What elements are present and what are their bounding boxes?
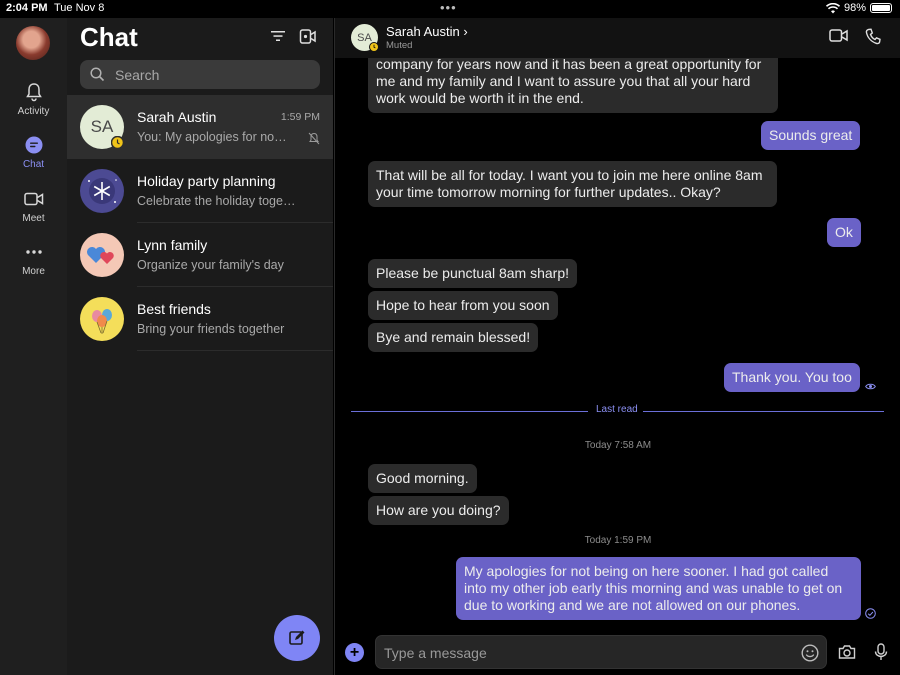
conversation-header: SA Sarah Austin › Muted	[335, 18, 900, 58]
bell-icon	[25, 83, 42, 102]
avatar	[80, 297, 124, 341]
wifi-icon	[825, 2, 840, 13]
compose-icon	[289, 630, 305, 645]
contact-name[interactable]: Sarah Austin ›	[386, 24, 468, 39]
chevron-right-icon: ›	[463, 24, 468, 39]
chat-list-pane: Chat Search SA Sarah Austin 1:59 PM You:…	[67, 18, 333, 675]
seen-eye-icon	[865, 383, 876, 390]
avatar	[80, 233, 124, 277]
conversation-sarah-austin[interactable]: SA Sarah Austin 1:59 PM You: My apologie…	[67, 95, 333, 159]
message-incoming: Please be punctual 8am sharp!	[368, 259, 578, 288]
profile-avatar[interactable]	[16, 26, 50, 60]
status-bar: 2:04 PM Tue Nov 8 ••• 98%	[0, 0, 900, 18]
conversation-time: 1:59 PM	[280, 111, 320, 123]
delivered-check-icon	[865, 608, 876, 619]
away-status-icon	[369, 42, 379, 52]
new-chat-button[interactable]	[274, 615, 320, 661]
search-icon	[90, 67, 105, 82]
message-incoming: company for years now and it has been a …	[368, 50, 778, 113]
conversation-preview: You: My apologies for not being on here …	[137, 130, 287, 144]
message-outgoing: My apologies for not being on here soone…	[456, 557, 861, 620]
muted-bell-icon	[308, 132, 320, 145]
more-icon	[25, 250, 42, 254]
message-incoming: Good morning.	[368, 464, 477, 493]
message-input-placeholder: Type a message	[384, 645, 487, 661]
rail-label-more: More	[22, 266, 45, 277]
attach-button[interactable]: +	[345, 643, 364, 662]
multitasking-dots-icon[interactable]: •••	[440, 0, 457, 15]
away-status-icon	[111, 136, 124, 149]
meet-now-icon[interactable]	[299, 28, 317, 45]
hearts-icon	[87, 247, 114, 264]
conversation-lynn-family[interactable]: Lynn family Organize your family's day	[67, 223, 333, 287]
phone-call-icon[interactable]	[865, 28, 881, 45]
last-read-label: Last read	[596, 404, 638, 415]
message-input[interactable]: Type a message	[375, 635, 827, 669]
chat-icon	[25, 136, 42, 154]
video-icon	[23, 192, 43, 206]
snowflake-icon	[88, 178, 117, 204]
search-placeholder: Search	[115, 66, 160, 83]
message-outgoing: Ok	[827, 218, 861, 247]
timestamp-separator: Today 1:59 PM	[584, 535, 652, 546]
conversation-name: Sarah Austin	[137, 109, 217, 125]
message-outgoing: Sounds great	[761, 121, 861, 150]
rail-item-meet[interactable]: Meet	[0, 188, 67, 224]
message-incoming: Hope to hear from you soon	[368, 291, 558, 320]
conversation-name: Holiday party planning	[137, 173, 276, 189]
camera-icon[interactable]	[838, 644, 856, 660]
rail-item-more[interactable]: More	[0, 241, 67, 277]
rail-label-activity: Activity	[17, 106, 50, 117]
conversation-name: Lynn family	[137, 237, 208, 253]
message-incoming: How are you doing?	[368, 496, 509, 525]
battery-icon	[870, 3, 892, 13]
conversation-holiday-party-planning[interactable]: Holiday party planning Celebrate the hol…	[67, 159, 333, 223]
conversation-preview: Organize your family's day	[137, 258, 284, 272]
conversation-pane: company for years now and it has been a …	[334, 18, 900, 675]
app-rail: Activity Chat Meet More	[0, 18, 67, 675]
conversation-preview: Bring your friends together	[137, 322, 285, 336]
microphone-icon[interactable]	[874, 643, 888, 661]
rail-label-meet: Meet	[22, 213, 45, 224]
rail-item-activity[interactable]: Activity	[0, 81, 67, 117]
video-call-icon[interactable]	[829, 28, 848, 43]
status-date: Tue Nov 8	[54, 2, 105, 14]
battery-percent: 98%	[843, 2, 866, 14]
plus-icon: +	[349, 643, 360, 661]
search-input[interactable]: Search	[80, 60, 320, 89]
timestamp-separator: Today 7:58 AM	[584, 440, 652, 451]
page-title: Chat	[80, 22, 138, 52]
conversation-preview: Celebrate the holiday together	[137, 194, 297, 208]
balloons-icon	[92, 309, 112, 334]
last-read-divider: Last read	[351, 404, 884, 415]
emoji-icon[interactable]	[801, 644, 819, 662]
status-time: 2:04 PM	[6, 2, 48, 14]
message-incoming: Bye and remain blessed!	[368, 323, 539, 352]
conversation-best-friends[interactable]: Best friends Bring your friends together	[67, 287, 333, 351]
avatar	[80, 169, 124, 213]
rail-item-chat[interactable]: Chat	[0, 134, 67, 170]
message-outgoing: Thank you. You too	[724, 363, 860, 392]
filter-icon[interactable]	[270, 28, 286, 44]
message-incoming: That will be all for today. I want you t…	[368, 161, 777, 207]
conversation-name: Best friends	[137, 301, 211, 317]
rail-label-chat: Chat	[22, 159, 45, 170]
contact-status: Muted	[386, 40, 413, 51]
